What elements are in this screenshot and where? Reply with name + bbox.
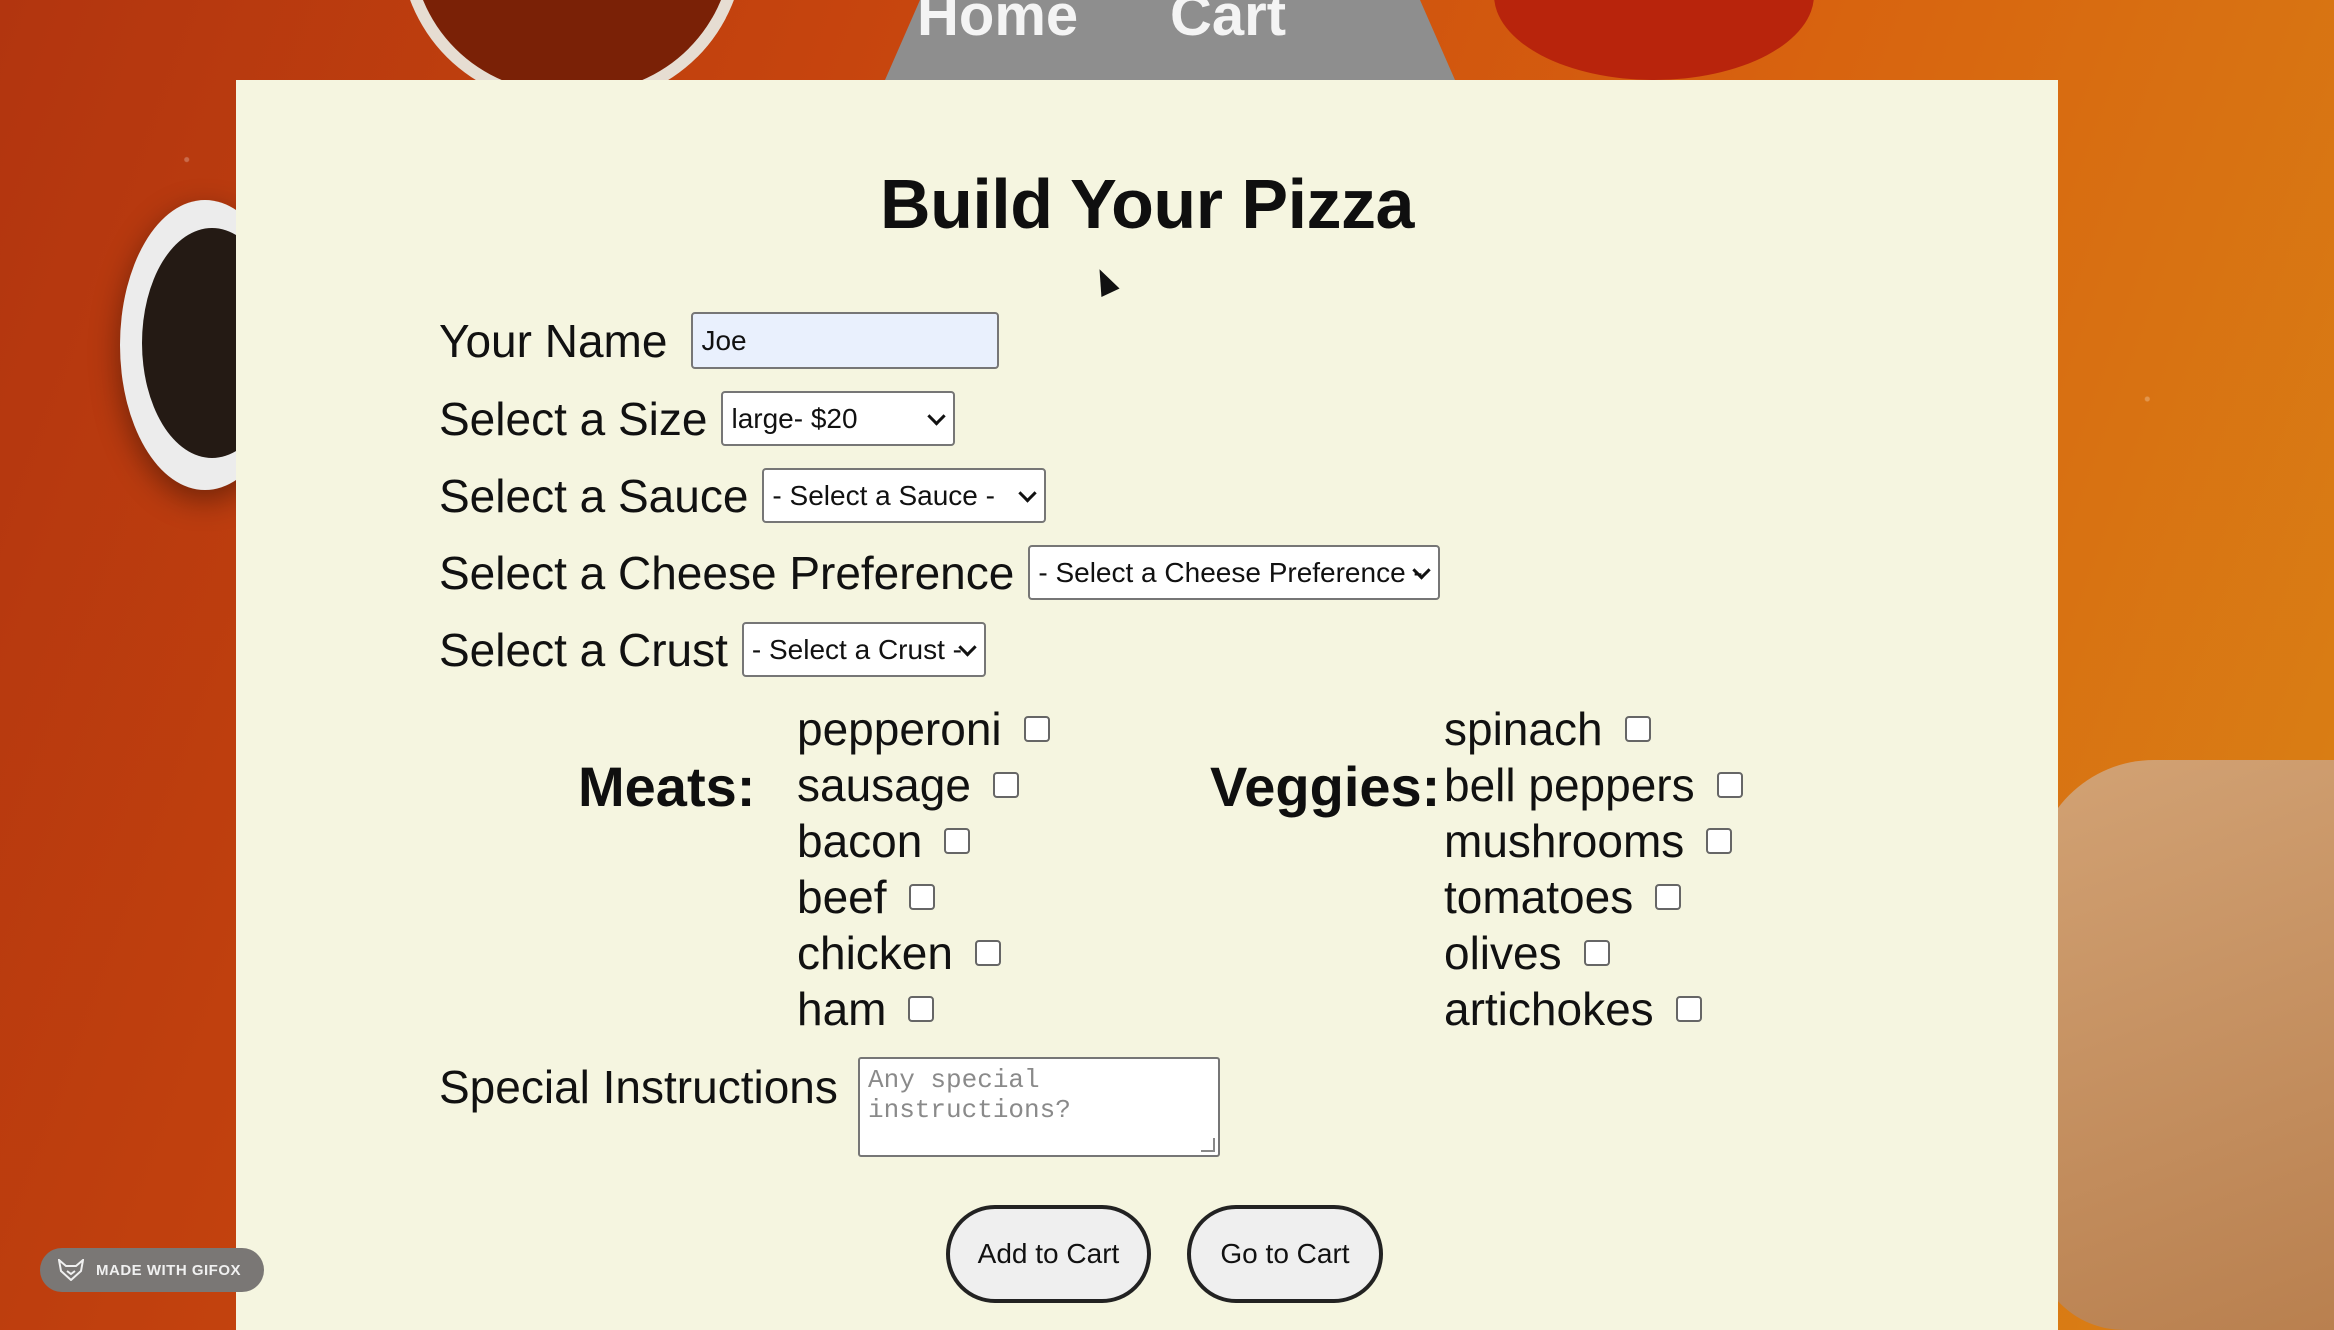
topping-item-spinach: spinach bbox=[1444, 702, 1651, 756]
topping-label: ham bbox=[797, 983, 887, 1035]
topping-label: mushrooms bbox=[1444, 815, 1685, 867]
cheese-label: Select a Cheese Preference bbox=[439, 546, 1015, 599]
nav-cart-link[interactable]: Cart bbox=[1170, 0, 1286, 49]
topping-item-pepperoni: pepperoni bbox=[797, 702, 1050, 756]
gifox-badge: MADE WITH GIFOX bbox=[40, 1248, 264, 1292]
topping-item-mushrooms: mushrooms bbox=[1444, 814, 1733, 868]
topping-item-olives: olives bbox=[1444, 926, 1610, 980]
crust-label: Select a Crust bbox=[439, 623, 728, 676]
instructions-row: Special Instructions bbox=[439, 1060, 838, 1114]
topping-item-bacon: bacon bbox=[797, 814, 971, 868]
topping-label: bacon bbox=[797, 815, 923, 867]
topping-item-beef: beef bbox=[797, 870, 935, 924]
sauce-label: Select a Sauce bbox=[439, 469, 749, 522]
mushrooms-checkbox[interactable] bbox=[1706, 828, 1733, 854]
instructions-label: Special Instructions bbox=[439, 1061, 838, 1113]
background-ginger bbox=[2034, 760, 2334, 1330]
add-to-cart-button[interactable]: Add to Cart bbox=[946, 1205, 1151, 1303]
name-input[interactable]: Joe bbox=[691, 312, 1000, 369]
ham-checkbox[interactable] bbox=[908, 996, 935, 1022]
meats-label: Meats: bbox=[578, 755, 756, 818]
chicken-checkbox[interactable] bbox=[974, 940, 1001, 966]
chevron-down-icon bbox=[1018, 483, 1038, 503]
topping-label: tomatoes bbox=[1444, 871, 1634, 923]
size-row: Select a Size large- $20 bbox=[439, 391, 956, 446]
name-label: Your Name bbox=[439, 314, 668, 367]
resize-handle-icon[interactable] bbox=[1201, 1138, 1215, 1152]
badge-text: MADE WITH GIFOX bbox=[96, 1261, 241, 1279]
topping-item-tomatoes: tomatoes bbox=[1444, 870, 1682, 924]
fox-icon bbox=[58, 1259, 84, 1281]
background-tomato bbox=[1494, 0, 1814, 80]
crust-select[interactable]: - Select a Crust - bbox=[741, 622, 986, 677]
topping-item-chicken: chicken bbox=[797, 926, 1001, 980]
instructions-placeholder: Any special instructions? bbox=[868, 1065, 1071, 1125]
artichokes-checkbox[interactable] bbox=[1675, 996, 1702, 1022]
size-select[interactable]: large- $20 bbox=[721, 391, 956, 446]
veggies-label: Veggies: bbox=[1210, 755, 1441, 818]
beef-checkbox[interactable] bbox=[908, 884, 935, 910]
topping-label: beef bbox=[797, 871, 887, 923]
topping-item-sausage: sausage bbox=[797, 758, 1019, 812]
cheese-select[interactable]: - Select a Cheese Preference - bbox=[1028, 545, 1441, 600]
size-select-value: large- $20 bbox=[731, 402, 858, 434]
nav-home-link[interactable]: Home bbox=[917, 0, 1078, 49]
spinach-checkbox[interactable] bbox=[1624, 716, 1651, 742]
pepperoni-checkbox[interactable] bbox=[1023, 716, 1050, 742]
topping-label: chicken bbox=[797, 927, 953, 979]
cheese-row: Select a Cheese Preference - Select a Ch… bbox=[439, 545, 1441, 600]
bacon-checkbox[interactable] bbox=[944, 828, 971, 854]
topping-label: pepperoni bbox=[797, 703, 1002, 755]
cheese-select-value: - Select a Cheese Preference - bbox=[1038, 556, 1423, 588]
go-to-cart-button[interactable]: Go to Cart bbox=[1187, 1205, 1383, 1303]
page-title: Build Your Pizza bbox=[880, 165, 1414, 243]
topping-item-bell-peppers: bell peppers bbox=[1444, 758, 1743, 812]
olives-checkbox[interactable] bbox=[1583, 940, 1610, 966]
topping-label: artichokes bbox=[1444, 983, 1654, 1035]
topping-item-artichokes: artichokes bbox=[1444, 982, 1702, 1036]
bell-peppers-checkbox[interactable] bbox=[1716, 772, 1743, 798]
sausage-checkbox[interactable] bbox=[992, 772, 1019, 798]
topping-label: spinach bbox=[1444, 703, 1603, 755]
size-label: Select a Size bbox=[439, 392, 708, 445]
crust-row: Select a Crust - Select a Crust - bbox=[439, 622, 986, 677]
topping-label: sausage bbox=[797, 759, 971, 811]
topping-label: olives bbox=[1444, 927, 1562, 979]
sauce-select-value: - Select a Sauce - bbox=[772, 479, 995, 511]
chevron-down-icon bbox=[927, 406, 947, 426]
topping-item-ham: ham bbox=[797, 982, 935, 1036]
sauce-row: Select a Sauce - Select a Sauce - bbox=[439, 468, 1047, 523]
sauce-select[interactable]: - Select a Sauce - bbox=[762, 468, 1047, 523]
tomatoes-checkbox[interactable] bbox=[1655, 884, 1682, 910]
topping-label: bell peppers bbox=[1444, 759, 1695, 811]
crust-select-value: - Select a Crust - bbox=[751, 633, 962, 665]
special-instructions-textarea[interactable]: Any special instructions? bbox=[858, 1057, 1220, 1157]
name-row: Your Name Joe bbox=[439, 312, 1000, 369]
